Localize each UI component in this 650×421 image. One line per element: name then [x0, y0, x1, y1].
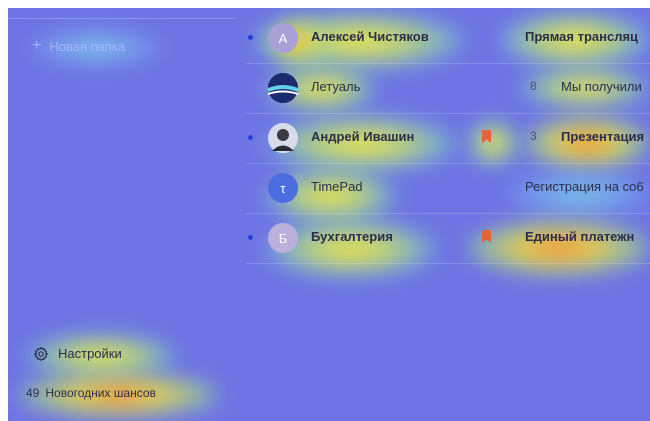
avatar [268, 73, 298, 103]
avatar: А [268, 23, 298, 53]
promo-link[interactable]: 49 Новогодних шансов [26, 386, 156, 400]
message-row[interactable]: Б Бухгалтерия Единый платежн [246, 213, 650, 264]
message-row[interactable]: τ TimePad Регистрация на co6 [246, 163, 650, 214]
message-subject: Регистрация на co6 [525, 179, 644, 194]
promo-count: 49 [26, 386, 40, 400]
settings-label: Настройки [58, 346, 122, 361]
sidebar-divider [8, 18, 236, 19]
sender-name: Бухгалтерия [311, 229, 393, 244]
unread-indicator[interactable] [248, 235, 253, 240]
letual-logo-icon [268, 73, 298, 103]
thread-count: 3 [530, 129, 537, 143]
message-subject: Единый платежн [525, 229, 635, 244]
sender-name: Летуаль [311, 79, 361, 94]
avatar: τ [268, 173, 298, 203]
message-row[interactable]: А Алексей Чистяков Прямая трансляц [246, 13, 650, 64]
new-folder-label: Новая папка [49, 38, 126, 54]
message-subject: Презентация [561, 129, 645, 144]
gear-icon [34, 346, 48, 361]
unread-indicator[interactable] [248, 135, 253, 140]
sender-name: Андрей Ивашин [311, 129, 415, 144]
bookmark-icon[interactable] [482, 230, 491, 243]
thread-count: 8 [530, 79, 537, 93]
new-folder-button[interactable]: + Новая папка [32, 38, 125, 54]
settings-link[interactable]: Настройки [34, 346, 122, 361]
unread-indicator[interactable] [248, 35, 253, 40]
sender-name: Алексей Чистяков [311, 29, 429, 44]
message-row[interactable]: Летуаль 8 Мы получили [246, 63, 650, 114]
bookmark-icon[interactable] [482, 130, 491, 143]
plus-icon: + [32, 37, 42, 54]
user-photo-icon [268, 123, 298, 153]
avatar [268, 123, 298, 153]
message-subject: Мы получили [561, 79, 642, 94]
message-row[interactable]: Андрей Ивашин 3 Презентация [246, 113, 650, 164]
sender-name: TimePad [311, 179, 363, 194]
avatar: Б [268, 223, 298, 253]
mail-window: + Новая папка А Алексей Чистяков Прямая … [8, 8, 650, 421]
message-subject: Прямая трансляц [525, 29, 639, 44]
promo-label: Новогодних шансов [45, 386, 156, 400]
